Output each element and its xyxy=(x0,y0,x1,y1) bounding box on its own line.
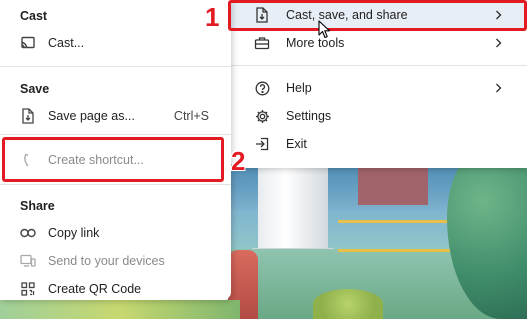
main-menu-item-exit[interactable]: Exit xyxy=(230,130,527,158)
background-leaves xyxy=(313,289,383,319)
menu-item-send-to-devices[interactable]: Send to your devices xyxy=(0,247,231,275)
background-game-scene xyxy=(228,150,527,319)
menu-item-label: Create QR Code xyxy=(48,282,142,296)
divider xyxy=(230,65,527,66)
annotation-number-2: 2 xyxy=(231,146,246,176)
menu-item-label: Copy link xyxy=(48,226,100,240)
main-menu-item-label: Exit xyxy=(286,137,307,151)
menu-item-cast[interactable]: Cast... xyxy=(0,29,231,57)
menu-item-label: Save page as... xyxy=(48,109,135,123)
divider xyxy=(0,184,231,185)
help-icon xyxy=(254,80,270,96)
menu-item-label: Send to your devices xyxy=(48,254,165,268)
exit-icon xyxy=(254,136,270,152)
devices-icon xyxy=(20,253,36,269)
section-title-cast: Cast xyxy=(20,9,48,23)
section-title-save: Save xyxy=(20,82,50,96)
main-menu-item-label: Settings xyxy=(286,109,332,123)
divider xyxy=(0,134,231,135)
qr-code-icon xyxy=(20,281,36,297)
keyboard-shortcut: Ctrl+S xyxy=(173,109,209,123)
mouse-cursor-icon xyxy=(318,20,332,45)
divider xyxy=(0,66,231,67)
annotation-highlight-box-2 xyxy=(2,137,224,182)
menu-item-save-page-as[interactable]: Save page as... Ctrl+S xyxy=(0,102,231,130)
link-icon xyxy=(20,225,36,241)
background-fence xyxy=(338,220,458,252)
toolbox-icon xyxy=(254,35,270,51)
chevron-right-icon xyxy=(493,83,503,93)
menu-item-label: Cast... xyxy=(48,36,85,50)
cast-icon xyxy=(20,35,36,51)
main-menu-item-help[interactable]: Help xyxy=(230,74,527,102)
main-menu-item-label: Help xyxy=(286,81,312,95)
section-title-share: Share xyxy=(20,199,55,213)
gear-icon xyxy=(254,108,270,124)
annotation-number-1: 1 xyxy=(205,2,220,32)
menu-item-copy-link[interactable]: Copy link xyxy=(0,219,231,247)
main-menu-item-more-tools[interactable]: More tools xyxy=(230,29,527,57)
annotation-highlight-box-1 xyxy=(228,0,527,31)
chevron-right-icon xyxy=(493,38,503,48)
main-menu-item-settings[interactable]: Settings xyxy=(230,102,527,130)
save-page-icon xyxy=(20,108,36,124)
menu-item-create-qr-code[interactable]: Create QR Code xyxy=(0,275,231,303)
